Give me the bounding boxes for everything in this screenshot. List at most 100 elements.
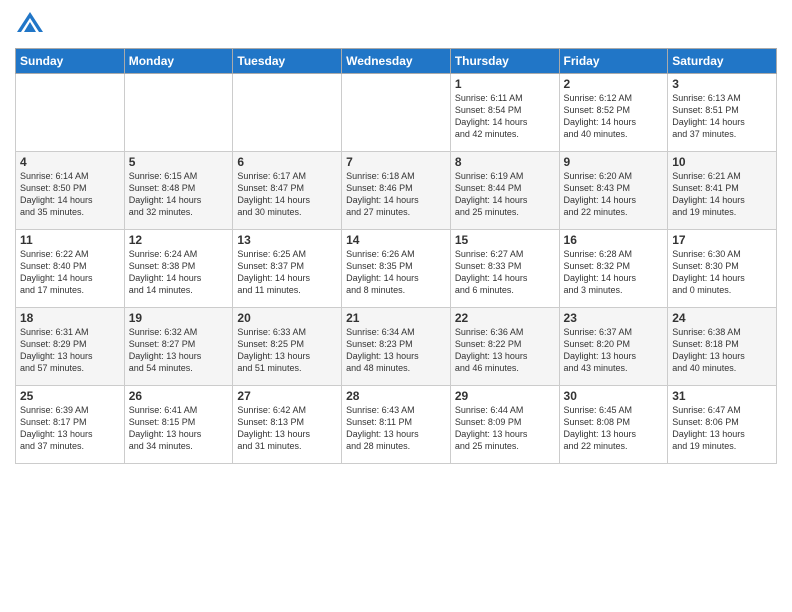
header-day-friday: Friday: [559, 49, 668, 74]
calendar-cell: 1Sunrise: 6:11 AM Sunset: 8:54 PM Daylig…: [450, 74, 559, 152]
calendar-cell: 11Sunrise: 6:22 AM Sunset: 8:40 PM Dayli…: [16, 230, 125, 308]
calendar-cell: [342, 74, 451, 152]
calendar-table: SundayMondayTuesdayWednesdayThursdayFrid…: [15, 48, 777, 464]
day-number: 21: [346, 311, 446, 325]
day-info: Sunrise: 6:37 AM Sunset: 8:20 PM Dayligh…: [564, 326, 664, 375]
calendar-cell: 8Sunrise: 6:19 AM Sunset: 8:44 PM Daylig…: [450, 152, 559, 230]
calendar-cell: 13Sunrise: 6:25 AM Sunset: 8:37 PM Dayli…: [233, 230, 342, 308]
day-info: Sunrise: 6:43 AM Sunset: 8:11 PM Dayligh…: [346, 404, 446, 453]
day-number: 29: [455, 389, 555, 403]
day-number: 4: [20, 155, 120, 169]
day-info: Sunrise: 6:34 AM Sunset: 8:23 PM Dayligh…: [346, 326, 446, 375]
day-number: 15: [455, 233, 555, 247]
day-info: Sunrise: 6:15 AM Sunset: 8:48 PM Dayligh…: [129, 170, 229, 219]
day-info: Sunrise: 6:38 AM Sunset: 8:18 PM Dayligh…: [672, 326, 772, 375]
calendar-cell: 26Sunrise: 6:41 AM Sunset: 8:15 PM Dayli…: [124, 386, 233, 464]
day-info: Sunrise: 6:13 AM Sunset: 8:51 PM Dayligh…: [672, 92, 772, 141]
day-number: 23: [564, 311, 664, 325]
calendar-body: 1Sunrise: 6:11 AM Sunset: 8:54 PM Daylig…: [16, 74, 777, 464]
day-number: 7: [346, 155, 446, 169]
logo-icon: [15, 10, 45, 40]
calendar-cell: 18Sunrise: 6:31 AM Sunset: 8:29 PM Dayli…: [16, 308, 125, 386]
day-info: Sunrise: 6:27 AM Sunset: 8:33 PM Dayligh…: [455, 248, 555, 297]
calendar-cell: 3Sunrise: 6:13 AM Sunset: 8:51 PM Daylig…: [668, 74, 777, 152]
calendar-cell: 4Sunrise: 6:14 AM Sunset: 8:50 PM Daylig…: [16, 152, 125, 230]
day-number: 30: [564, 389, 664, 403]
day-info: Sunrise: 6:33 AM Sunset: 8:25 PM Dayligh…: [237, 326, 337, 375]
day-number: 6: [237, 155, 337, 169]
day-number: 11: [20, 233, 120, 247]
week-row-4: 18Sunrise: 6:31 AM Sunset: 8:29 PM Dayli…: [16, 308, 777, 386]
calendar-cell: 22Sunrise: 6:36 AM Sunset: 8:22 PM Dayli…: [450, 308, 559, 386]
calendar-cell: 7Sunrise: 6:18 AM Sunset: 8:46 PM Daylig…: [342, 152, 451, 230]
day-info: Sunrise: 6:25 AM Sunset: 8:37 PM Dayligh…: [237, 248, 337, 297]
header-day-sunday: Sunday: [16, 49, 125, 74]
calendar-cell: 9Sunrise: 6:20 AM Sunset: 8:43 PM Daylig…: [559, 152, 668, 230]
day-info: Sunrise: 6:47 AM Sunset: 8:06 PM Dayligh…: [672, 404, 772, 453]
day-info: Sunrise: 6:22 AM Sunset: 8:40 PM Dayligh…: [20, 248, 120, 297]
day-info: Sunrise: 6:14 AM Sunset: 8:50 PM Dayligh…: [20, 170, 120, 219]
calendar-cell: [233, 74, 342, 152]
day-number: 19: [129, 311, 229, 325]
calendar-cell: 16Sunrise: 6:28 AM Sunset: 8:32 PM Dayli…: [559, 230, 668, 308]
day-number: 31: [672, 389, 772, 403]
calendar-cell: 19Sunrise: 6:32 AM Sunset: 8:27 PM Dayli…: [124, 308, 233, 386]
day-number: 1: [455, 77, 555, 91]
calendar-cell: 23Sunrise: 6:37 AM Sunset: 8:20 PM Dayli…: [559, 308, 668, 386]
header-day-thursday: Thursday: [450, 49, 559, 74]
day-info: Sunrise: 6:39 AM Sunset: 8:17 PM Dayligh…: [20, 404, 120, 453]
day-info: Sunrise: 6:36 AM Sunset: 8:22 PM Dayligh…: [455, 326, 555, 375]
calendar-cell: 12Sunrise: 6:24 AM Sunset: 8:38 PM Dayli…: [124, 230, 233, 308]
day-info: Sunrise: 6:41 AM Sunset: 8:15 PM Dayligh…: [129, 404, 229, 453]
calendar-cell: 15Sunrise: 6:27 AM Sunset: 8:33 PM Dayli…: [450, 230, 559, 308]
calendar-cell: 5Sunrise: 6:15 AM Sunset: 8:48 PM Daylig…: [124, 152, 233, 230]
day-info: Sunrise: 6:18 AM Sunset: 8:46 PM Dayligh…: [346, 170, 446, 219]
day-info: Sunrise: 6:24 AM Sunset: 8:38 PM Dayligh…: [129, 248, 229, 297]
day-info: Sunrise: 6:20 AM Sunset: 8:43 PM Dayligh…: [564, 170, 664, 219]
calendar-cell: 30Sunrise: 6:45 AM Sunset: 8:08 PM Dayli…: [559, 386, 668, 464]
day-number: 25: [20, 389, 120, 403]
day-number: 20: [237, 311, 337, 325]
day-number: 28: [346, 389, 446, 403]
day-info: Sunrise: 6:19 AM Sunset: 8:44 PM Dayligh…: [455, 170, 555, 219]
day-number: 9: [564, 155, 664, 169]
day-number: 8: [455, 155, 555, 169]
day-info: Sunrise: 6:11 AM Sunset: 8:54 PM Dayligh…: [455, 92, 555, 141]
day-info: Sunrise: 6:21 AM Sunset: 8:41 PM Dayligh…: [672, 170, 772, 219]
week-row-2: 4Sunrise: 6:14 AM Sunset: 8:50 PM Daylig…: [16, 152, 777, 230]
day-info: Sunrise: 6:30 AM Sunset: 8:30 PM Dayligh…: [672, 248, 772, 297]
day-number: 24: [672, 311, 772, 325]
day-number: 18: [20, 311, 120, 325]
calendar-cell: 24Sunrise: 6:38 AM Sunset: 8:18 PM Dayli…: [668, 308, 777, 386]
page-container: SundayMondayTuesdayWednesdayThursdayFrid…: [0, 0, 792, 469]
day-number: 5: [129, 155, 229, 169]
calendar-cell: [124, 74, 233, 152]
calendar-cell: 2Sunrise: 6:12 AM Sunset: 8:52 PM Daylig…: [559, 74, 668, 152]
day-info: Sunrise: 6:32 AM Sunset: 8:27 PM Dayligh…: [129, 326, 229, 375]
calendar-cell: 29Sunrise: 6:44 AM Sunset: 8:09 PM Dayli…: [450, 386, 559, 464]
calendar-cell: 28Sunrise: 6:43 AM Sunset: 8:11 PM Dayli…: [342, 386, 451, 464]
day-number: 27: [237, 389, 337, 403]
day-number: 10: [672, 155, 772, 169]
calendar-cell: 14Sunrise: 6:26 AM Sunset: 8:35 PM Dayli…: [342, 230, 451, 308]
logo: [15, 10, 49, 40]
header-day-saturday: Saturday: [668, 49, 777, 74]
day-info: Sunrise: 6:42 AM Sunset: 8:13 PM Dayligh…: [237, 404, 337, 453]
day-number: 17: [672, 233, 772, 247]
header-day-monday: Monday: [124, 49, 233, 74]
calendar-cell: 21Sunrise: 6:34 AM Sunset: 8:23 PM Dayli…: [342, 308, 451, 386]
header: [15, 10, 777, 40]
week-row-1: 1Sunrise: 6:11 AM Sunset: 8:54 PM Daylig…: [16, 74, 777, 152]
calendar-cell: 6Sunrise: 6:17 AM Sunset: 8:47 PM Daylig…: [233, 152, 342, 230]
week-row-5: 25Sunrise: 6:39 AM Sunset: 8:17 PM Dayli…: [16, 386, 777, 464]
calendar-header: SundayMondayTuesdayWednesdayThursdayFrid…: [16, 49, 777, 74]
day-info: Sunrise: 6:31 AM Sunset: 8:29 PM Dayligh…: [20, 326, 120, 375]
day-number: 26: [129, 389, 229, 403]
week-row-3: 11Sunrise: 6:22 AM Sunset: 8:40 PM Dayli…: [16, 230, 777, 308]
day-number: 2: [564, 77, 664, 91]
calendar-cell: 27Sunrise: 6:42 AM Sunset: 8:13 PM Dayli…: [233, 386, 342, 464]
day-info: Sunrise: 6:26 AM Sunset: 8:35 PM Dayligh…: [346, 248, 446, 297]
calendar-cell: 31Sunrise: 6:47 AM Sunset: 8:06 PM Dayli…: [668, 386, 777, 464]
day-number: 14: [346, 233, 446, 247]
calendar-cell: 25Sunrise: 6:39 AM Sunset: 8:17 PM Dayli…: [16, 386, 125, 464]
